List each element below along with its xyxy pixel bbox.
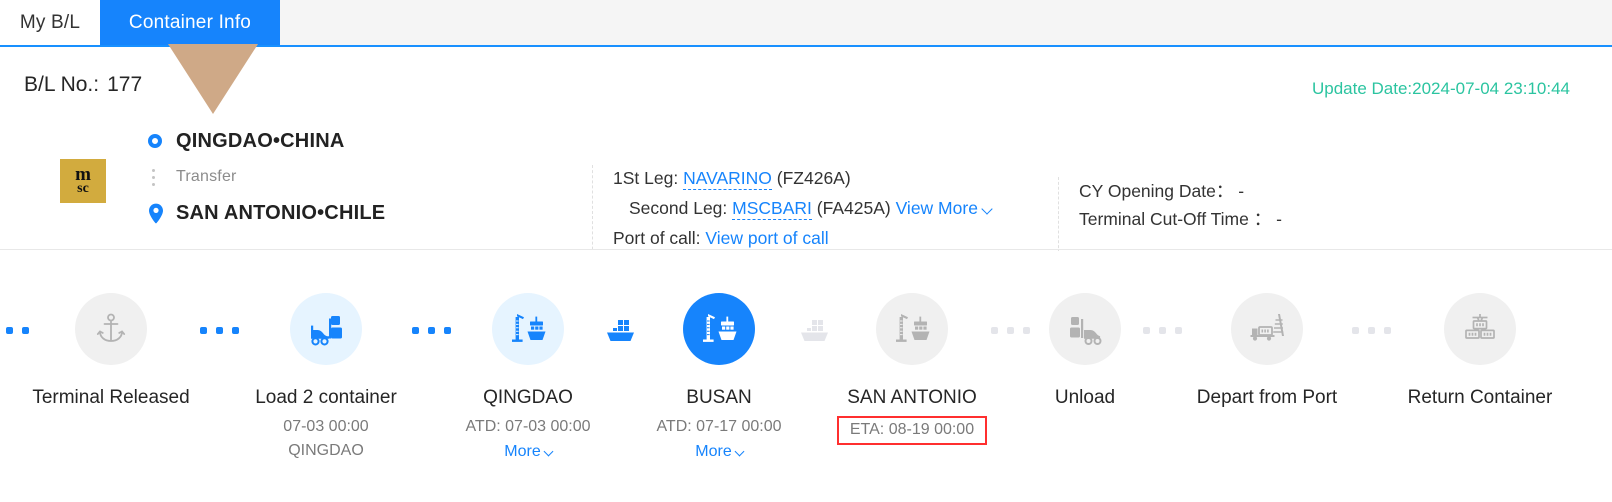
- node-depart-from-port[interactable]: Depart from Port: [1167, 251, 1367, 409]
- forklift-unloading-icon: [1049, 293, 1121, 365]
- node-more-label: More: [504, 443, 541, 460]
- port-crane-ship-icon: [683, 293, 755, 365]
- node-return-container[interactable]: Return Container: [1380, 251, 1580, 409]
- transfer-dots-icon: [148, 168, 176, 186]
- route-rows: QINGDAO•CHINA Transfer SAN ANTONIO•CHILE: [148, 123, 385, 231]
- tab-bar: My B/L Container Info: [0, 0, 1612, 47]
- node-more-button[interactable]: More: [428, 443, 628, 461]
- route-destination-label: SAN ANTONIO•CHILE: [176, 201, 386, 224]
- node-title: Unload: [1054, 387, 1116, 408]
- route-transfer-row: Transfer: [148, 159, 385, 195]
- node-time: 07-03 00:00: [283, 418, 369, 435]
- node-busan[interactable]: BUSAN ATD: 07-17 00:00 More: [619, 251, 819, 461]
- anchor-icon: [75, 293, 147, 365]
- node-load-container[interactable]: Load 2 container 07-03 00:00 QINGDAO: [226, 251, 426, 460]
- node-title: Depart from Port: [1196, 387, 1338, 408]
- tab-container-info-label: Container Info: [128, 12, 252, 33]
- cutoff-block: CY Opening Date： - Terminal Cut-Off Time…: [1058, 177, 1458, 253]
- route-transfer-label: Transfer: [176, 168, 237, 185]
- node-more-label: More: [695, 443, 732, 460]
- origin-circle-icon: [148, 134, 176, 148]
- route-origin-label: QINGDAO•CHINA: [176, 129, 345, 152]
- carrier-logo-bottom: sc: [77, 181, 89, 197]
- carrier-logo-msc: m sc: [60, 159, 106, 203]
- chevron-down-icon: [981, 203, 993, 215]
- bl-number-row: B/L No.: 177: [24, 73, 142, 97]
- route-origin-row: QINGDAO•CHINA: [148, 123, 385, 159]
- second-leg-label: Second Leg:: [629, 198, 728, 218]
- container-tracking-page: My B/L Container Info B/L No.: 177 Update…: [0, 0, 1612, 502]
- node-title: Return Container: [1407, 387, 1553, 408]
- chevron-down-icon: [543, 446, 554, 457]
- eta-highlight-box: ETA: 08-19 00:00: [836, 416, 988, 445]
- node-title: Terminal Released: [32, 387, 190, 408]
- tab-my-bl[interactable]: My B/L: [0, 0, 100, 46]
- node-san-antonio[interactable]: SAN ANTONIO ETA: 08-19 00:00: [812, 251, 1012, 445]
- forklift-loading-icon: [290, 293, 362, 365]
- second-leg-vessel-link[interactable]: MSCBARI: [732, 198, 812, 220]
- node-title: SAN ANTONIO: [847, 387, 977, 408]
- second-leg-row: Second Leg: MSCBARI (FA425A) View More: [613, 195, 1062, 221]
- first-leg-voyage: (FZ426A): [776, 168, 851, 188]
- truck-crane-icon: [1231, 293, 1303, 365]
- summary-divider: [0, 249, 1612, 250]
- chevron-down-icon: [734, 446, 745, 457]
- second-leg-voyage: (FA425A): [816, 198, 891, 218]
- view-more-label: View More: [895, 198, 978, 218]
- node-title: QINGDAO: [483, 387, 573, 408]
- update-date: Update Date:2024-07-04 23:10:44: [1311, 79, 1570, 98]
- destination-pin-icon: [148, 203, 176, 224]
- port-crane-ship-icon: [876, 293, 948, 365]
- node-title: BUSAN: [686, 387, 752, 408]
- container-stack-icon: [1444, 293, 1516, 365]
- node-time: ATD: 07-03 00:00: [465, 418, 591, 435]
- view-port-of-call-link[interactable]: View port of call: [705, 228, 828, 248]
- shipment-timeline: Terminal Released Load 2 container 07-03…: [0, 251, 1612, 502]
- bl-number-label: B/L No.:: [24, 73, 100, 96]
- route-summary: m sc QINGDAO•CHINA Transfer SAN ANTONIO•…: [60, 123, 580, 235]
- node-qingdao[interactable]: QINGDAO ATD: 07-03 00:00 More: [428, 251, 628, 461]
- tab-container-info[interactable]: Container Info: [100, 0, 280, 46]
- cy-opening-date: CY Opening Date： -: [1079, 181, 1245, 201]
- tab-my-bl-label: My B/L: [19, 12, 81, 33]
- port-of-call-row: Port of call: View port of call: [613, 225, 1062, 251]
- node-time: ATD: 07-17 00:00: [656, 418, 782, 435]
- node-title: Load 2 container: [255, 387, 397, 408]
- first-leg-vessel-link[interactable]: NAVARINO: [683, 168, 772, 190]
- route-destination-row: SAN ANTONIO•CHILE: [148, 195, 385, 231]
- voyage-legs-block: 1St Leg: NAVARINO (FZ426A) Second Leg: M…: [592, 165, 1062, 265]
- terminal-cutoff-time: Terminal Cut-Off Time ： -: [1079, 209, 1282, 229]
- port-crane-ship-icon: [492, 293, 564, 365]
- first-leg-row: 1St Leg: NAVARINO (FZ426A): [613, 165, 1062, 191]
- node-place: QINGDAO: [288, 442, 364, 459]
- view-more-button[interactable]: View More: [895, 198, 993, 218]
- bl-number-value: 177: [107, 73, 143, 96]
- cursor-arrow-icon: [168, 44, 258, 114]
- node-terminal-released[interactable]: Terminal Released: [11, 251, 211, 409]
- first-leg-label: 1St Leg:: [613, 168, 679, 188]
- port-of-call-label: Port of call:: [613, 228, 701, 248]
- node-more-button[interactable]: More: [619, 443, 819, 461]
